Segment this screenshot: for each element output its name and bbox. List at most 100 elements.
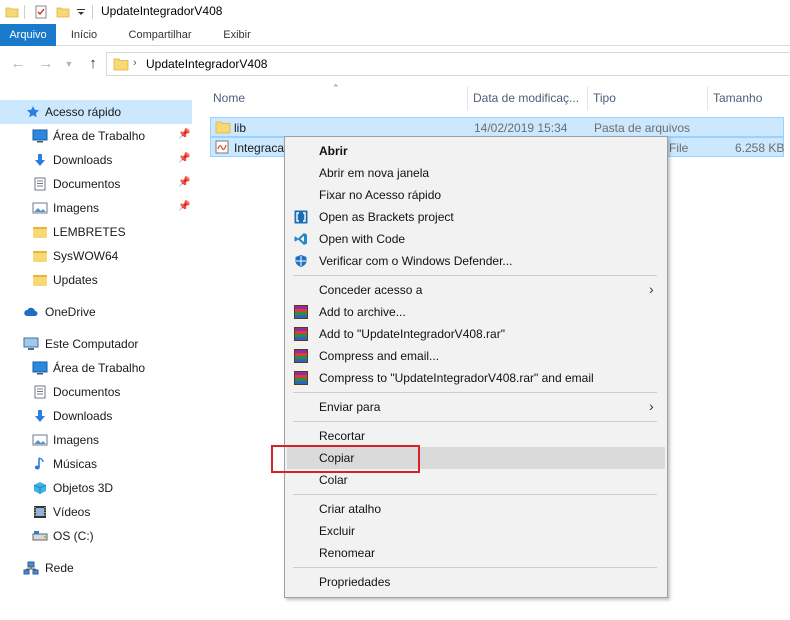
breadcrumb-chevron-icon[interactable]: › — [133, 57, 137, 69]
folder-icon — [32, 224, 48, 240]
file-name: Integraca — [234, 141, 285, 155]
menu-item-compress-rar-email[interactable]: Compress to "UpdateIntegradorV408.rar" a… — [287, 367, 665, 389]
menu-separator — [293, 421, 657, 422]
breadcrumb-current[interactable]: UpdateIntegradorV408 — [146, 57, 267, 71]
menu-item-rename[interactable]: Renomear — [287, 542, 665, 564]
image-icon — [32, 200, 48, 216]
menu-item-delete[interactable]: Excluir — [287, 520, 665, 542]
sidebar-item-lembretes[interactable]: LEMBRETES — [0, 220, 192, 244]
sidebar-item-pc-downloads[interactable]: Downloads — [0, 404, 192, 428]
menu-item-open-brackets[interactable]: Open as Brackets project — [287, 206, 665, 228]
sidebar-item-pc-music[interactable]: Músicas — [0, 452, 192, 476]
desktop-icon — [32, 360, 48, 376]
menu-item-properties[interactable]: Propriedades — [287, 571, 665, 593]
folder-icon — [113, 57, 129, 74]
folder-icon — [215, 120, 231, 137]
tab-compartilhar[interactable]: Compartilhar — [118, 24, 202, 46]
back-arrow-icon[interactable]: ← — [9, 55, 27, 73]
sidebar-item-updates[interactable]: Updates — [0, 268, 192, 292]
tab-arquivo[interactable]: Arquivo — [0, 24, 56, 46]
menu-item-compress-email[interactable]: Compress and email... — [287, 345, 665, 367]
file-size: 6.258 KB — [735, 141, 785, 155]
column-header-name[interactable]: Nome — [208, 86, 468, 110]
window-title: UpdateIntegradorV408 — [101, 4, 223, 18]
menu-item-add-to-archive[interactable]: Add to archive... — [287, 301, 665, 323]
address-bar[interactable]: › UpdateIntegradorV408 — [106, 52, 790, 76]
sidebar-item-pc-pictures[interactable]: Imagens — [0, 428, 192, 452]
video-icon — [32, 504, 48, 520]
sidebar-item-downloads[interactable]: Downloads 📌 — [0, 148, 192, 172]
pin-icon[interactable]: 📌 — [178, 177, 190, 188]
menu-item-give-access[interactable]: Conceder acesso a › — [287, 279, 665, 301]
column-header-type[interactable]: Tipo — [588, 86, 708, 110]
sidebar-item-this-pc[interactable]: Este Computador — [0, 332, 192, 356]
folder-icon — [32, 248, 48, 264]
up-arrow-icon[interactable]: ↑ — [84, 55, 102, 73]
pin-icon[interactable]: 📌 — [178, 129, 190, 140]
winrar-icon — [293, 326, 309, 342]
menu-separator — [293, 392, 657, 393]
submenu-chevron-icon: › — [649, 398, 654, 414]
menu-item-open-with-code[interactable]: Open with Code — [287, 228, 665, 250]
ribbon-tabs: Arquivo Início Compartilhar Exibir — [0, 24, 790, 46]
column-header-size[interactable]: Tamanho — [708, 86, 790, 110]
table-row[interactable]: lib 14/02/2019 15:34 Pasta de arquivos — [210, 117, 784, 137]
tab-inicio[interactable]: Início — [62, 24, 106, 46]
vscode-icon — [293, 231, 309, 247]
customize-toolbar-chevron-icon[interactable] — [73, 4, 89, 20]
file-type: Pasta de arquivos — [594, 121, 691, 135]
music-icon — [32, 456, 48, 472]
sidebar-item-pc-videos[interactable]: Vídeos — [0, 500, 192, 524]
winrar-icon — [293, 370, 309, 386]
menu-separator — [293, 494, 657, 495]
sidebar-item-pc-3d-objects[interactable]: Objetos 3D — [0, 476, 192, 500]
menu-item-windows-defender[interactable]: Verificar com o Windows Defender... — [287, 250, 665, 272]
menu-item-add-to-rar[interactable]: Add to "UpdateIntegradorV408.rar" — [287, 323, 665, 345]
sidebar-item-onedrive[interactable]: OneDrive — [0, 300, 192, 324]
image-icon — [32, 432, 48, 448]
menu-item-create-shortcut[interactable]: Criar atalho — [287, 498, 665, 520]
pin-icon[interactable]: 📌 — [178, 153, 190, 164]
sidebar-item-pictures[interactable]: Imagens 📌 — [0, 196, 192, 220]
download-icon — [32, 408, 48, 424]
document-icon — [32, 384, 48, 400]
folder-icon — [4, 4, 20, 20]
sidebar-item-pc-drive-c[interactable]: OS (C:) — [0, 524, 192, 548]
menu-item-pin-quick-access[interactable]: Fixar no Acesso rápido — [287, 184, 665, 206]
folder-icon — [32, 272, 48, 288]
menu-item-open[interactable]: Abrir — [287, 140, 665, 162]
sidebar-item-syswow64[interactable]: SysWOW64 — [0, 244, 192, 268]
sidebar-item-pc-desktop[interactable]: Área de Trabalho — [0, 356, 192, 380]
tab-exibir[interactable]: Exibir — [214, 24, 260, 46]
sidebar-item-pc-documents[interactable]: Documentos — [0, 380, 192, 404]
file-modified: 14/02/2019 15:34 — [474, 121, 568, 135]
shield-icon — [293, 253, 309, 269]
recent-locations-chevron-icon[interactable]: ▼ — [60, 55, 78, 73]
sidebar-item-desktop[interactable]: Área de Trabalho 📌 — [0, 124, 192, 148]
annotation-highlight-box — [271, 445, 420, 473]
column-headers: ⌃ Nome Data de modificaç... Tipo Tamanho — [208, 83, 790, 110]
sidebar-item-network[interactable]: Rede — [0, 556, 192, 580]
file-name: lib — [234, 121, 247, 135]
properties-check-icon[interactable] — [33, 4, 49, 20]
submenu-chevron-icon: › — [649, 281, 654, 297]
menu-item-cut[interactable]: Recortar — [287, 425, 665, 447]
forward-arrow-icon[interactable]: → — [37, 55, 55, 73]
drive-icon — [32, 528, 48, 544]
menu-separator — [293, 567, 657, 568]
menu-separator — [293, 275, 657, 276]
sidebar-item-quick-access[interactable]: Acesso rápido — [0, 100, 192, 124]
menu-item-send-to[interactable]: Enviar para › — [287, 396, 665, 418]
sidebar-item-documents[interactable]: Documentos 📌 — [0, 172, 192, 196]
title-bar: UpdateIntegradorV408 — [0, 0, 790, 24]
new-folder-icon[interactable] — [55, 4, 71, 20]
file-type: File — [669, 141, 689, 155]
column-header-modified[interactable]: Data de modificaç... — [468, 86, 588, 110]
download-icon — [32, 152, 48, 168]
navigation-pane: Acesso rápido Área de Trabalho 📌 Downloa… — [0, 90, 200, 620]
pin-icon[interactable]: 📌 — [178, 201, 190, 212]
context-menu: Abrir Abrir em nova janela Fixar no Aces… — [284, 136, 668, 598]
winrar-icon — [293, 348, 309, 364]
document-icon — [32, 176, 48, 192]
menu-item-open-new-window[interactable]: Abrir em nova janela — [287, 162, 665, 184]
